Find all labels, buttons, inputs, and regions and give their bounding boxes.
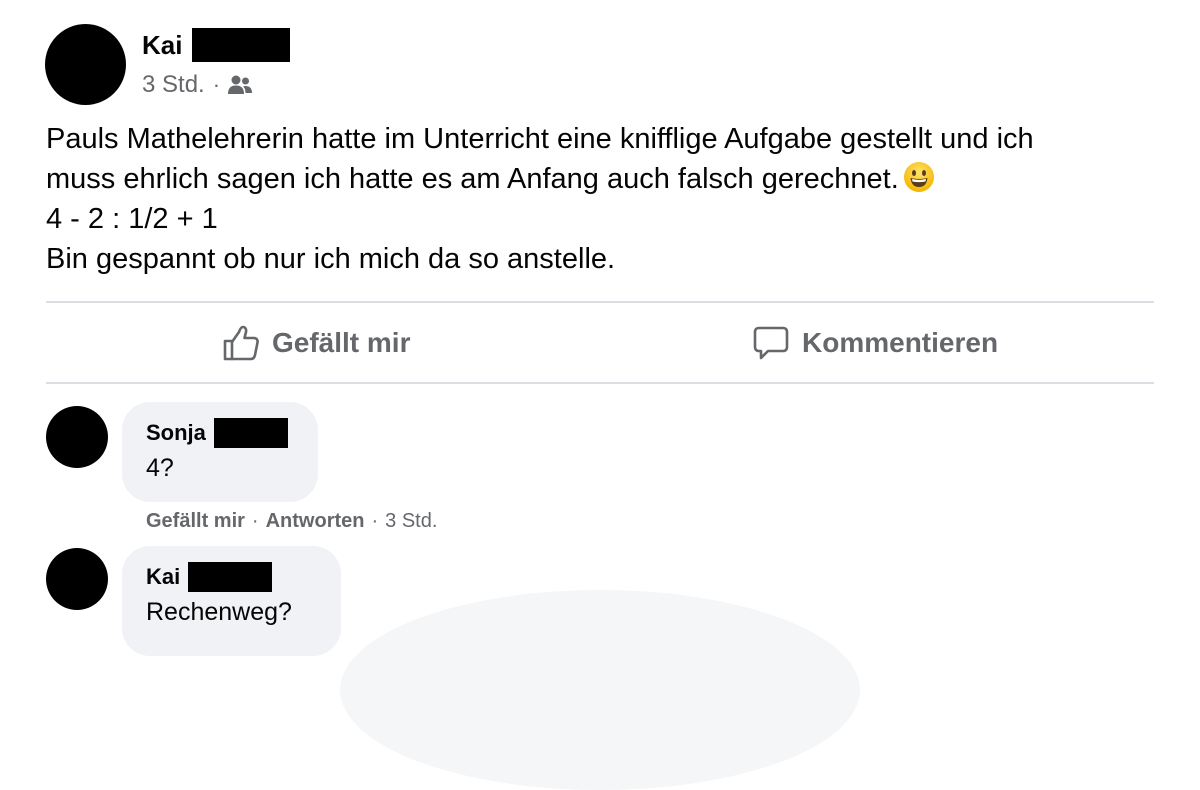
- comment-timestamp[interactable]: 3 Std.: [385, 510, 437, 533]
- redacted-surname: [192, 28, 291, 62]
- comment-bubble: Sonja 4?: [122, 402, 318, 502]
- post-text-line-with-emoji: muss ehrlich sagen ich hatte es am Anfan…: [46, 159, 1166, 199]
- comment-bubble: Kai Rechenweg?: [122, 546, 341, 656]
- comment-author-row: Sonja: [146, 416, 294, 450]
- comment-author-name[interactable]: Sonja: [146, 420, 206, 446]
- comment-author-row: Kai: [146, 560, 317, 594]
- like-button[interactable]: Gefällt mir: [222, 320, 410, 366]
- comment-actions-separator: ·: [251, 509, 259, 532]
- grinning-face-emoji-icon: [903, 161, 935, 193]
- divider: [46, 382, 1154, 384]
- post-timestamp[interactable]: 3 Std.: [142, 71, 205, 99]
- comment-like-link[interactable]: Gefällt mir: [146, 510, 245, 533]
- post-text-line: muss ehrlich sagen ich hatte es am Anfan…: [46, 163, 899, 195]
- redacted-surname: [213, 418, 288, 448]
- divider: [46, 301, 1154, 303]
- post-text: Pauls Mathelehrerin hatte im Unterricht …: [46, 119, 1166, 279]
- commenter-avatar[interactable]: [46, 548, 108, 610]
- meta-separator: ·: [212, 72, 221, 97]
- like-button-label: Gefällt mir: [272, 327, 411, 358]
- comment-text: 4?: [146, 454, 174, 482]
- comment-text: Rechenweg?: [146, 598, 292, 626]
- comment-bubble-icon: [753, 326, 789, 360]
- post-meta: 3 Std. ·: [142, 70, 254, 100]
- post-author-row: Kai: [142, 28, 291, 62]
- commenter-avatar[interactable]: [46, 406, 108, 468]
- friends-icon[interactable]: [226, 74, 254, 96]
- post-author-avatar[interactable]: [45, 24, 126, 105]
- comment-button[interactable]: Kommentieren: [752, 320, 998, 366]
- comment-reply-link[interactable]: Antworten: [266, 510, 365, 533]
- redacted-surname: [188, 562, 273, 592]
- background-arc: [340, 590, 860, 790]
- comment-actions: Gefällt mir · Antworten · 3 Std.: [146, 507, 437, 535]
- post-text-line: Bin gespannt ob nur ich mich da so anste…: [46, 243, 616, 275]
- post-text-line: Pauls Mathelehrerin hatte im Unterricht …: [46, 123, 1034, 155]
- comment-actions-separator: ·: [371, 509, 379, 532]
- post-text-line: 4 - 2 : 1/2 + 1: [46, 203, 218, 235]
- comment-button-label: Kommentieren: [802, 327, 999, 358]
- post-author-name[interactable]: Kai: [142, 30, 182, 60]
- comment-author-name[interactable]: Kai: [146, 564, 180, 590]
- thumbs-up-icon: [223, 325, 259, 361]
